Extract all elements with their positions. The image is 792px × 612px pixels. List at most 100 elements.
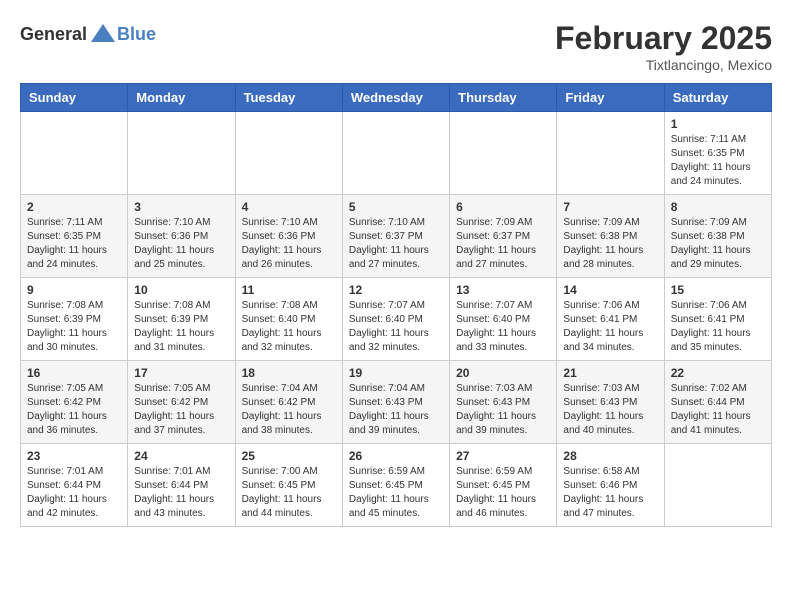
- day-number: 28: [563, 449, 657, 463]
- day-info: Sunrise: 7:11 AM Sunset: 6:35 PM Dayligh…: [27, 216, 121, 272]
- calendar-cell: 28 Sunrise: 6:58 AM Sunset: 6:46 PM Dayli…: [557, 444, 664, 527]
- day-info: Sunrise: 7:11 AM Sunset: 6:35 PM Dayligh…: [671, 133, 765, 189]
- day-number: 11: [242, 283, 336, 297]
- day-info: Sunrise: 7:01 AM Sunset: 6:44 PM Dayligh…: [27, 465, 121, 521]
- calendar-cell: [235, 112, 342, 195]
- calendar-cell: 8Sunrise: 7:09 AM Sunset: 6:38 PM Daylig…: [664, 195, 771, 278]
- day-number: 22: [671, 366, 765, 380]
- calendar-cell: 3 Sunrise: 7:10 AM Sunset: 6:36 PM Daylig…: [128, 195, 235, 278]
- calendar-cell: 7Sunrise: 7:09 AM Sunset: 6:38 PM Daylig…: [557, 195, 664, 278]
- calendar-cell: 18 Sunrise: 7:04 AM Sunset: 6:42 PM Dayli…: [235, 361, 342, 444]
- day-number: 25: [242, 449, 336, 463]
- day-info: Sunrise: 7:00 AM Sunset: 6:45 PM Dayligh…: [242, 465, 336, 521]
- day-info: Sunrise: 7:08 AM Sunset: 6:40 PM Dayligh…: [242, 299, 336, 355]
- calendar-cell: 21Sunrise: 7:03 AM Sunset: 6:43 PM Dayli…: [557, 361, 664, 444]
- day-info: Sunrise: 7:10 AM Sunset: 6:36 PM Dayligh…: [134, 216, 228, 272]
- day-number: 9: [27, 283, 121, 297]
- day-info: Sunrise: 7:01 AM Sunset: 6:44 PM Dayligh…: [134, 465, 228, 521]
- day-info: Sunrise: 7:08 AM Sunset: 6:39 PM Dayligh…: [134, 299, 228, 355]
- calendar-cell: 26 Sunrise: 6:59 AM Sunset: 6:45 PM Dayli…: [342, 444, 449, 527]
- calendar-cell: [342, 112, 449, 195]
- day-info: Sunrise: 7:07 AM Sunset: 6:40 PM Dayligh…: [349, 299, 443, 355]
- day-number: 13: [456, 283, 550, 297]
- day-number: 3: [134, 200, 228, 214]
- calendar-cell: 19 Sunrise: 7:04 AM Sunset: 6:43 PM Dayli…: [342, 361, 449, 444]
- day-info: Sunrise: 7:05 AM Sunset: 6:42 PM Dayligh…: [134, 382, 228, 438]
- calendar-cell: 12 Sunrise: 7:07 AM Sunset: 6:40 PM Dayli…: [342, 278, 449, 361]
- day-info: Sunrise: 7:03 AM Sunset: 6:43 PM Dayligh…: [456, 382, 550, 438]
- day-number: 14: [563, 283, 657, 297]
- day-info: Sunrise: 7:04 AM Sunset: 6:42 PM Dayligh…: [242, 382, 336, 438]
- day-number: 26: [349, 449, 443, 463]
- calendar-cell: 22 Sunrise: 7:02 AM Sunset: 6:44 PM Dayli…: [664, 361, 771, 444]
- calendar-header-thursday: Thursday: [450, 84, 557, 112]
- calendar-cell: [128, 112, 235, 195]
- calendar-cell: 27 Sunrise: 6:59 AM Sunset: 6:45 PM Dayli…: [450, 444, 557, 527]
- calendar-cell: 14Sunrise: 7:06 AM Sunset: 6:41 PM Dayli…: [557, 278, 664, 361]
- day-number: 10: [134, 283, 228, 297]
- calendar-cell: [557, 112, 664, 195]
- calendar-cell: 17 Sunrise: 7:05 AM Sunset: 6:42 PM Dayli…: [128, 361, 235, 444]
- calendar-cell: 4Sunrise: 7:10 AM Sunset: 6:36 PM Daylig…: [235, 195, 342, 278]
- calendar-week-row: 23 Sunrise: 7:01 AM Sunset: 6:44 PM Dayli…: [21, 444, 772, 527]
- calendar-cell: [450, 112, 557, 195]
- page-header: General Blue February 2025 Tixtlancingo,…: [20, 20, 772, 73]
- calendar-week-row: 16 Sunrise: 7:05 AM Sunset: 6:42 PM Dayli…: [21, 361, 772, 444]
- day-number: 21: [563, 366, 657, 380]
- day-info: Sunrise: 6:58 AM Sunset: 6:46 PM Dayligh…: [563, 465, 657, 521]
- logo-text-blue: Blue: [117, 24, 156, 45]
- title-block: February 2025 Tixtlancingo, Mexico: [555, 20, 772, 73]
- day-number: 5: [349, 200, 443, 214]
- day-number: 8: [671, 200, 765, 214]
- day-number: 27: [456, 449, 550, 463]
- day-info: Sunrise: 7:10 AM Sunset: 6:37 PM Dayligh…: [349, 216, 443, 272]
- calendar-header-wednesday: Wednesday: [342, 84, 449, 112]
- day-info: Sunrise: 7:07 AM Sunset: 6:40 PM Dayligh…: [456, 299, 550, 355]
- day-number: 24: [134, 449, 228, 463]
- calendar-cell: 6Sunrise: 7:09 AM Sunset: 6:37 PM Daylig…: [450, 195, 557, 278]
- day-number: 20: [456, 366, 550, 380]
- calendar-header-monday: Monday: [128, 84, 235, 112]
- day-number: 1: [671, 117, 765, 131]
- calendar-header-saturday: Saturday: [664, 84, 771, 112]
- calendar-header-tuesday: Tuesday: [235, 84, 342, 112]
- day-info: Sunrise: 7:08 AM Sunset: 6:39 PM Dayligh…: [27, 299, 121, 355]
- day-number: 12: [349, 283, 443, 297]
- calendar-cell: 20 Sunrise: 7:03 AM Sunset: 6:43 PM Dayli…: [450, 361, 557, 444]
- calendar-cell: 24 Sunrise: 7:01 AM Sunset: 6:44 PM Dayli…: [128, 444, 235, 527]
- calendar-table: SundayMondayTuesdayWednesdayThursdayFrid…: [20, 83, 772, 527]
- calendar-cell: [664, 444, 771, 527]
- month-title: February 2025: [555, 20, 772, 57]
- calendar-header-sunday: Sunday: [21, 84, 128, 112]
- day-info: Sunrise: 6:59 AM Sunset: 6:45 PM Dayligh…: [349, 465, 443, 521]
- calendar-cell: 15 Sunrise: 7:06 AM Sunset: 6:41 PM Dayli…: [664, 278, 771, 361]
- logo-icon: [89, 20, 117, 48]
- day-number: 17: [134, 366, 228, 380]
- day-number: 19: [349, 366, 443, 380]
- calendar-week-row: 1 Sunrise: 7:11 AM Sunset: 6:35 PM Daylig…: [21, 112, 772, 195]
- day-info: Sunrise: 7:05 AM Sunset: 6:42 PM Dayligh…: [27, 382, 121, 438]
- day-info: Sunrise: 7:09 AM Sunset: 6:38 PM Dayligh…: [563, 216, 657, 272]
- day-info: Sunrise: 7:04 AM Sunset: 6:43 PM Dayligh…: [349, 382, 443, 438]
- day-number: 23: [27, 449, 121, 463]
- day-number: 6: [456, 200, 550, 214]
- calendar-cell: 5 Sunrise: 7:10 AM Sunset: 6:37 PM Daylig…: [342, 195, 449, 278]
- calendar-header-friday: Friday: [557, 84, 664, 112]
- day-number: 16: [27, 366, 121, 380]
- calendar-week-row: 9 Sunrise: 7:08 AM Sunset: 6:39 PM Daylig…: [21, 278, 772, 361]
- day-number: 18: [242, 366, 336, 380]
- calendar-cell: 25 Sunrise: 7:00 AM Sunset: 6:45 PM Dayli…: [235, 444, 342, 527]
- location-title: Tixtlancingo, Mexico: [555, 57, 772, 73]
- calendar-cell: 1 Sunrise: 7:11 AM Sunset: 6:35 PM Daylig…: [664, 112, 771, 195]
- calendar-week-row: 2Sunrise: 7:11 AM Sunset: 6:35 PM Daylig…: [21, 195, 772, 278]
- calendar-cell: 9 Sunrise: 7:08 AM Sunset: 6:39 PM Daylig…: [21, 278, 128, 361]
- calendar-cell: [21, 112, 128, 195]
- day-info: Sunrise: 7:06 AM Sunset: 6:41 PM Dayligh…: [671, 299, 765, 355]
- day-info: Sunrise: 6:59 AM Sunset: 6:45 PM Dayligh…: [456, 465, 550, 521]
- day-info: Sunrise: 7:02 AM Sunset: 6:44 PM Dayligh…: [671, 382, 765, 438]
- calendar-cell: 2Sunrise: 7:11 AM Sunset: 6:35 PM Daylig…: [21, 195, 128, 278]
- logo: General Blue: [20, 20, 156, 48]
- day-number: 15: [671, 283, 765, 297]
- calendar-cell: 23 Sunrise: 7:01 AM Sunset: 6:44 PM Dayli…: [21, 444, 128, 527]
- calendar-cell: 13 Sunrise: 7:07 AM Sunset: 6:40 PM Dayli…: [450, 278, 557, 361]
